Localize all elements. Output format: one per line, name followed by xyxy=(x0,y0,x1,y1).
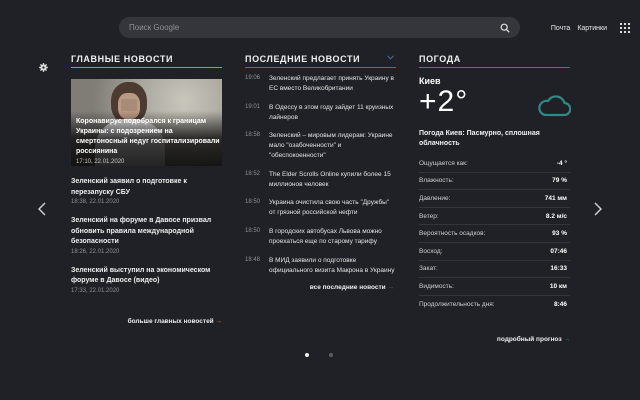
gear-icon[interactable] xyxy=(39,63,48,72)
list-item[interactable]: 18:50 В городских автобусах Львова можно … xyxy=(245,227,396,247)
weather-label: Видимость: xyxy=(419,282,454,290)
news-date: 18:26, 22.01.2020 xyxy=(71,248,120,255)
news-title[interactable]: Зеленский – мировым лидерам: Украине мал… xyxy=(269,131,396,161)
weather-label: Восход: xyxy=(419,247,443,255)
news-title[interactable]: В МИД заявили о подготовке официального … xyxy=(269,256,396,276)
weather-label: Вероятность осадков: xyxy=(419,230,486,238)
news-date: 17:33, 22.01.2020 xyxy=(71,287,120,294)
news-time: 19:06 xyxy=(245,75,261,81)
arrow-right-icon: → xyxy=(387,284,395,292)
weather-details: Ощущается как: -4 ° Влажность: 79 % Давлен… xyxy=(419,155,570,313)
weather-row: Влажность: 79 % xyxy=(419,173,570,191)
chevron-right-icon[interactable] xyxy=(594,202,602,216)
news-title[interactable]: В городских автобусах Львова можно проех… xyxy=(269,227,396,247)
more-main-news-link[interactable]: больше главных новостей → xyxy=(71,318,222,325)
weather-row: Восход: 07:46 xyxy=(419,243,570,261)
news-time: 18:48 xyxy=(245,256,261,263)
weather-value: 79 % xyxy=(552,177,567,185)
weather-row: Закат: 16:33 xyxy=(419,261,570,279)
news-time: 18:50 xyxy=(245,199,261,206)
main-news-column: ГЛАВНЫЕ НОВОСТИ Коронавирус подобрался к… xyxy=(71,54,222,325)
list-item[interactable]: Зеленский выступил на экономическом фору… xyxy=(71,266,222,294)
list-item[interactable]: Зеленский заявил о подготовке к перезапу… xyxy=(71,177,222,205)
news-title[interactable]: Украина очистила свою часть "Дружбы" от … xyxy=(269,198,396,218)
weather-value: 16:33 xyxy=(550,265,567,273)
news-date: 18:38, 22.01.2020 xyxy=(71,199,120,205)
detailed-forecast-link[interactable]: подробный прогноз → xyxy=(419,336,570,343)
carousel-dot-1[interactable] xyxy=(305,353,309,357)
latest-news-list: 19:06 Зеленский предлагает принять Украин… xyxy=(245,74,396,276)
weather-value: 8.2 м/с xyxy=(545,212,567,220)
list-item[interactable]: 18:50 Украина очистила свою часть "Дружбы… xyxy=(245,198,396,218)
weather-heading: ПОГОДА xyxy=(419,54,570,68)
arrow-right-icon: → xyxy=(563,336,571,344)
list-item[interactable]: 19:01 В Одессу в этом году зайдет 11 круи… xyxy=(245,103,396,123)
search-bar[interactable] xyxy=(119,17,520,38)
news-title[interactable]: Зеленский предлагает принять Украину в Е… xyxy=(269,74,396,94)
news-title[interactable]: Зеленский на форуме в Давосе призвал обн… xyxy=(71,216,222,248)
news-title[interactable]: The Elder Scrolls Online купили более 15… xyxy=(269,170,396,190)
arrow-right-icon: → xyxy=(215,317,223,325)
search-icon[interactable] xyxy=(500,23,510,33)
images-link[interactable]: Картинки xyxy=(577,25,607,32)
weather-label: Влажность: xyxy=(419,177,454,185)
chevron-left-icon[interactable] xyxy=(38,202,46,216)
list-item[interactable]: Зеленский на форуме в Давосе призвал обн… xyxy=(71,216,222,255)
carousel-dot-2[interactable] xyxy=(329,353,333,357)
weather-value: 10 км xyxy=(549,282,567,290)
weather-row: Вероятность осадков: 93 % xyxy=(419,225,570,243)
list-item[interactable]: 19:06 Зеленский предлагает принять Украин… xyxy=(245,74,396,94)
chevron-down-icon[interactable] xyxy=(387,55,394,60)
hero-news-card[interactable]: Коронавирус подобрался к границам Украин… xyxy=(71,79,222,166)
all-latest-news-link[interactable]: все последние новости → xyxy=(245,284,396,291)
weather-row: Продолжительность дня: 8:46 xyxy=(419,296,570,314)
main-news-heading: ГЛАВНЫЕ НОВОСТИ xyxy=(71,54,222,68)
weather-label: Продолжительность дня: xyxy=(419,301,495,309)
news-time: 18:52 xyxy=(245,170,261,177)
weather-label: Ощущается как: xyxy=(419,159,468,167)
list-item[interactable]: 18:58 Зеленский – мировым лидерам: Украин… xyxy=(245,131,396,161)
news-title[interactable]: В Одессу в этом году зайдет 11 круизных … xyxy=(269,103,396,123)
mail-link[interactable]: Почта xyxy=(551,25,570,32)
latest-news-heading: ПОСЛЕДНИЕ НОВОСТИ xyxy=(245,54,396,68)
apps-grid-icon[interactable] xyxy=(620,23,630,33)
weather-row: Ветер: 8.2 м/с xyxy=(419,208,570,226)
weather-value: 8:46 xyxy=(553,301,567,309)
weather-value: 07:46 xyxy=(550,247,567,255)
weather-label: Закат: xyxy=(419,265,438,273)
news-title[interactable]: Зеленский заявил о подготовке к перезапу… xyxy=(71,177,222,198)
carousel-pagination xyxy=(305,353,333,357)
weather-column: ПОГОДА Киев +2° Погода Киев: Пасмурно, с… xyxy=(419,54,571,343)
weather-label: Ветер: xyxy=(419,212,439,220)
news-time: 19:01 xyxy=(245,103,261,110)
weather-value: 93 % xyxy=(552,230,567,238)
cloud-icon xyxy=(538,95,571,117)
weather-row: Давление: 741 мм xyxy=(419,190,570,208)
list-item[interactable]: 18:48 В МИД заявили о подготовке официаль… xyxy=(245,256,396,276)
weather-label: Давление: xyxy=(419,194,451,202)
weather-row: Видимость: 10 км xyxy=(419,278,570,296)
news-title[interactable]: Зеленский выступил на экономическом фору… xyxy=(71,266,222,287)
search-input[interactable] xyxy=(129,23,500,32)
list-item[interactable]: 18:52 The Elder Scrolls Online купили бол… xyxy=(245,170,396,190)
weather-condition: Погода Киев: Пасмурно, сплошная облачнос… xyxy=(419,130,540,147)
weather-temperature: +2° xyxy=(419,85,469,118)
weather-value: 741 мм xyxy=(544,194,567,202)
hero-title[interactable]: Коронавирус подобрался к границам Украин… xyxy=(76,117,221,157)
hero-date: 17:10, 22.01.2020 xyxy=(76,159,125,165)
weather-value: -4 ° xyxy=(556,159,567,167)
news-time: 18:50 xyxy=(245,227,261,234)
top-links: Почта Картинки xyxy=(551,23,630,33)
latest-news-column: ПОСЛЕДНИЕ НОВОСТИ 19:06 Зеленский предлаг… xyxy=(245,54,396,291)
news-time: 18:58 xyxy=(245,132,261,139)
weather-row: Ощущается как: -4 ° xyxy=(419,155,570,173)
